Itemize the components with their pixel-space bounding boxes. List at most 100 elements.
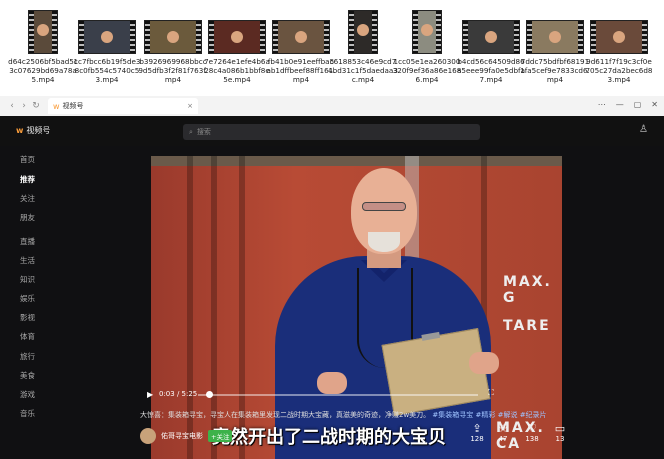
file-name: 7ddc75bdfbf681911fa5cef9e7833cd6.mp4 <box>520 57 590 84</box>
minimize-icon[interactable]: — <box>616 100 624 109</box>
file-name: 9d611f7f19c3cf0e705c27da2bec6d83.mp4 <box>585 57 653 84</box>
file-thumbnail-wrap <box>328 6 398 54</box>
sidebar-nav-item[interactable]: 影视 <box>20 312 35 323</box>
browser-tab[interactable]: ᴡ 视频号 × <box>48 98 198 114</box>
sidebar-nav-item[interactable]: 关注 <box>20 193 35 204</box>
progress-bar[interactable] <box>198 394 478 396</box>
file-name: d64c2506bf5bad5c3c07629bd69a78a5.mp4 <box>8 57 78 84</box>
favorite-count: 47 <box>498 435 508 443</box>
like-count: 138 <box>525 435 539 443</box>
file-name: fb41b0e91eeffba5ab1dffbeef88ff161.mp4 <box>266 57 336 84</box>
thumbnail-figure <box>101 30 113 43</box>
browser-titlebar: ‹ › ↻ ᴡ 视频号 × ⋯ — ▢ ✕ <box>0 96 664 116</box>
video-file[interactable]: c618853c46e9cd74bd31c1f5daedaa3c.mp4 <box>328 6 398 84</box>
close-window-icon[interactable]: ✕ <box>651 100 658 109</box>
container-marking: TARE <box>503 318 551 334</box>
video-file[interactable]: 9d611f7f19c3cf0e705c27da2bec6d83.mp4 <box>584 6 654 84</box>
file-thumbnail-wrap <box>72 6 142 54</box>
sidebar-nav-item[interactable]: 游戏 <box>20 389 35 400</box>
video-file[interactable]: b3926969968bbcc9d5dfb3f2f81f763f.mp4 <box>138 6 208 84</box>
video-description: 大惊喜：集装箱寻宝，寻宝人在集装箱里发现二战时期大宝藏，真滋美的奇迹，净赚2w美… <box>140 410 547 420</box>
glasses <box>362 202 406 211</box>
thumbnail-figure <box>357 23 369 36</box>
wechat-channels-logo-icon: ᴡ <box>53 101 60 111</box>
description-tags[interactable]: #集装箱寻宝 #精彩 #解说 #纪录片 <box>432 411 546 419</box>
video-thumbnail <box>272 20 330 54</box>
video-file[interactable]: d64c2506bf5bad5c3c07629bd69a78a5.mp4 <box>8 6 78 84</box>
video-thumbnail <box>590 20 648 54</box>
more-menu-icon[interactable]: ⋯ <box>598 100 606 109</box>
author-name[interactable]: 佑哥寻宝电影 <box>161 431 203 441</box>
file-name: 7e7264e1efe4b6a28c4a086b1bbf8e5e.mp4 <box>204 57 270 84</box>
author-avatar[interactable] <box>140 428 156 444</box>
app-header: ᴡ 视频号 ⌕ 搜索 ♙ <box>0 116 664 146</box>
share-icon: ⇪ <box>472 422 482 435</box>
right-hand <box>469 352 499 374</box>
sidebar-nav-item[interactable]: 生活 <box>20 255 35 266</box>
play-icon[interactable]: ▶ <box>147 390 153 399</box>
file-thumbnail-wrap <box>138 6 208 54</box>
forward-icon[interactable]: › <box>18 101 30 111</box>
thumbnail-figure <box>37 23 49 36</box>
video-thumbnail <box>28 10 58 54</box>
video-file[interactable]: b4cd56c64509d86a5eee99fa0e5dbfa7.mp4 <box>456 6 526 84</box>
video-thumbnail <box>78 20 136 54</box>
comment-action[interactable]: ▭ 13 <box>549 422 571 444</box>
container-marking: MAX. G <box>503 274 552 306</box>
sidebar-nav-item[interactable]: 首页 <box>20 154 35 165</box>
thumbnail-figure <box>549 30 561 43</box>
favorite-action[interactable]: ☆ 47 <box>492 422 514 444</box>
channels-logo-icon: ᴡ <box>16 126 24 135</box>
video-file[interactable]: 1c7fbcc6b19f5de38c0fb554c5740c53.mp4 <box>72 6 142 84</box>
beard <box>368 232 400 252</box>
search-input[interactable]: ⌕ 搜索 <box>183 124 480 140</box>
video-file[interactable]: 7ddc75bdfbf681911fa5cef9e7833cd6.mp4 <box>520 6 590 84</box>
share-action[interactable]: ⇪ 128 <box>466 422 488 444</box>
app-logo[interactable]: ᴡ 视频号 <box>16 125 50 136</box>
sidebar-nav-item[interactable]: 推荐 <box>20 174 35 185</box>
video-thumbnail <box>348 10 378 54</box>
reload-icon[interactable]: ↻ <box>30 101 42 111</box>
video-file[interactable]: 1cc05e1ea260300320f9ef36a86e1686.mp4 <box>392 6 462 84</box>
screen: d64c2506bf5bad5c3c07629bd69a78a5.mp4 1c7f… <box>0 0 664 459</box>
sidebar: 首页推荐关注朋友直播生活知识娱乐影视体育旅行美食游戏音乐 <box>0 146 52 459</box>
sidebar-nav-item[interactable]: 娱乐 <box>20 293 35 304</box>
file-thumbnail-wrap <box>584 6 654 54</box>
search-icon: ⌕ <box>189 127 193 136</box>
file-thumbnail-wrap <box>520 6 590 54</box>
thumbnail-figure <box>167 30 179 43</box>
thumbnail-figure <box>231 30 243 43</box>
video-file[interactable]: 7e7264e1efe4b6a28c4a086b1bbf8e5e.mp4 <box>202 6 272 84</box>
sidebar-nav-item[interactable]: 体育 <box>20 331 35 342</box>
app-logo-label: 视频号 <box>26 126 51 135</box>
video-file[interactable]: fb41b0e91eeffba5ab1dffbeef88ff161.mp4 <box>266 6 336 84</box>
like-action[interactable]: ♡ 138 <box>521 422 543 444</box>
like-icon: ♡ <box>527 422 537 435</box>
favorite-icon: ☆ <box>498 422 508 435</box>
file-strip: d64c2506bf5bad5c3c07629bd69a78a5.mp4 1c7f… <box>0 0 664 96</box>
fullscreen-icon[interactable]: ⛶ <box>488 388 494 398</box>
close-tab-icon[interactable]: × <box>187 102 193 110</box>
sidebar-nav-item[interactable]: 旅行 <box>20 351 35 362</box>
file-thumbnail-wrap <box>456 6 526 54</box>
sidebar-nav-item[interactable]: 朋友 <box>20 212 35 223</box>
sidebar-nav-item[interactable]: 知识 <box>20 274 35 285</box>
sidebar-nav-item[interactable]: 直播 <box>20 236 35 247</box>
back-icon[interactable]: ‹ <box>6 101 18 111</box>
thumbnail-figure <box>421 23 433 36</box>
thumbnail-figure <box>613 30 625 43</box>
file-thumbnail-wrap <box>266 6 336 54</box>
sidebar-nav-item[interactable]: 美食 <box>20 370 35 381</box>
file-thumbnail-wrap <box>392 6 462 54</box>
tab-title: 视频号 <box>62 102 84 110</box>
follow-button[interactable]: +关注 <box>208 430 233 442</box>
sidebar-nav-item[interactable]: 音乐 <box>20 408 35 419</box>
file-name: 1cc05e1ea260300320f9ef36a86e1686.mp4 <box>392 57 462 84</box>
user-profile-icon[interactable]: ♙ <box>639 124 648 135</box>
video-thumbnail <box>144 20 202 54</box>
progress-handle[interactable] <box>206 391 213 398</box>
comment-icon: ▭ <box>554 422 566 435</box>
thumbnail-figure <box>295 30 307 43</box>
file-name: 1c7fbcc6b19f5de38c0fb554c5740c53.mp4 <box>73 57 141 84</box>
maximize-icon[interactable]: ▢ <box>634 100 642 109</box>
